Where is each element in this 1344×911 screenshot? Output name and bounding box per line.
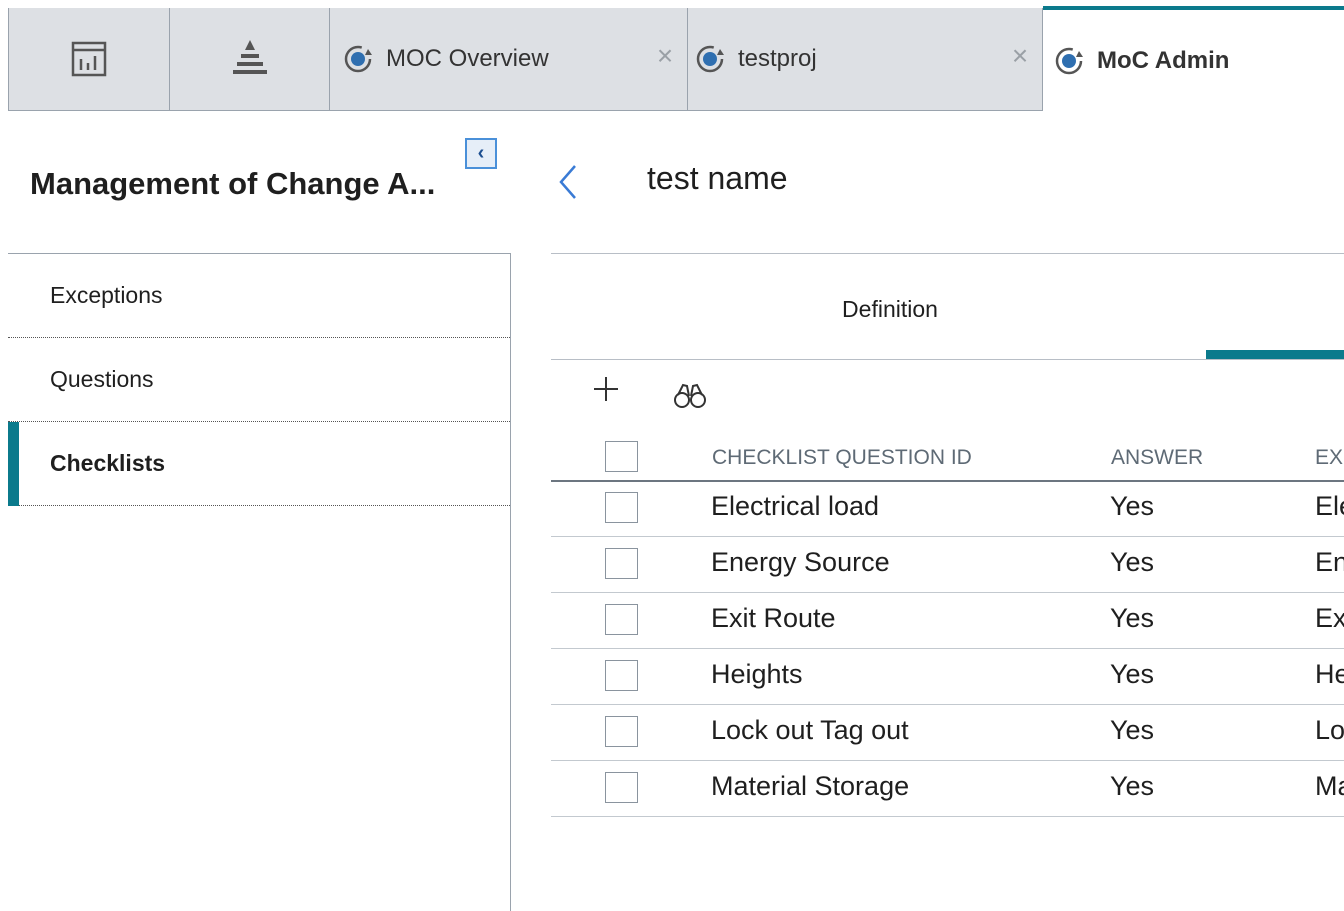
tab-label: testproj xyxy=(738,45,817,72)
tab-label: MoC Admin xyxy=(1097,47,1230,74)
row-checkbox[interactable] xyxy=(605,772,638,803)
tab-bar: MOC Overview × testproj × MoC Admin xyxy=(8,6,1344,112)
row-divider xyxy=(551,648,1344,649)
cell-question-id: Energy Source xyxy=(711,547,890,577)
cell-question-id: Exit Route xyxy=(711,603,836,633)
row-divider xyxy=(551,592,1344,593)
cell-answer: Yes xyxy=(1110,771,1155,801)
close-icon[interactable]: × xyxy=(653,42,677,70)
moc-refresh-icon xyxy=(344,45,372,73)
cell-answer: Yes xyxy=(1110,603,1155,633)
back-chevron-icon[interactable] xyxy=(553,160,583,204)
cell-exc: Ma xyxy=(1315,771,1344,801)
cell-question-id: Lock out Tag out xyxy=(711,715,909,745)
left-nav: Exceptions Questions Checklists xyxy=(8,253,511,911)
tabs-divider xyxy=(551,359,1344,360)
cell-exc: En xyxy=(1315,547,1344,577)
tab-testproj[interactable]: testproj × xyxy=(688,8,1043,110)
close-icon[interactable]: × xyxy=(1008,42,1032,70)
moc-refresh-icon xyxy=(696,45,724,73)
cell-exc: Ele xyxy=(1315,491,1344,521)
cell-question-id: Heights xyxy=(711,659,803,689)
cell-answer: Yes xyxy=(1110,659,1155,689)
cell-answer: Yes xyxy=(1110,547,1155,577)
nav-item-questions[interactable]: Questions xyxy=(8,338,510,422)
record-title: test name xyxy=(647,160,788,196)
row-checkbox[interactable] xyxy=(605,492,638,523)
tab-moc-overview[interactable]: MOC Overview × xyxy=(330,8,688,110)
cell-answer: Yes xyxy=(1110,715,1155,745)
row-checkbox[interactable] xyxy=(605,716,638,747)
grid-header-divider xyxy=(551,480,1344,482)
tab-definition[interactable]: Definition xyxy=(780,296,1000,323)
collapse-panel-button[interactable]: ‹ xyxy=(465,138,497,169)
tab-label: MOC Overview xyxy=(386,45,549,72)
dashboard-icon xyxy=(71,41,107,77)
plus-icon[interactable] xyxy=(590,373,622,405)
cell-exc: He xyxy=(1315,659,1344,689)
row-checkbox[interactable] xyxy=(605,660,638,691)
binoculars-icon[interactable] xyxy=(673,382,707,410)
row-checkbox[interactable] xyxy=(605,604,638,635)
moc-refresh-icon xyxy=(1055,47,1083,75)
row-divider xyxy=(551,760,1344,761)
cell-answer: Yes xyxy=(1110,491,1155,521)
active-tab-indicator xyxy=(1206,350,1344,359)
nav-item-checklists[interactable]: Checklists xyxy=(8,422,510,506)
chevron-left-icon: ‹ xyxy=(477,142,485,164)
column-header-answer[interactable]: ANSWER xyxy=(1111,446,1203,470)
header-divider xyxy=(551,253,1344,254)
column-header-checklist-question-id[interactable]: CHECKLIST QUESTION ID xyxy=(712,446,972,470)
row-divider xyxy=(551,704,1344,705)
cell-question-id: Material Storage xyxy=(711,771,910,801)
tab-pyramid[interactable] xyxy=(170,8,330,110)
row-divider xyxy=(551,536,1344,537)
tab-moc-admin[interactable]: MoC Admin xyxy=(1043,6,1344,112)
cell-exc: Ex xyxy=(1315,603,1344,633)
pyramid-icon xyxy=(232,40,267,74)
panel-title: Management of Change A... xyxy=(30,166,436,201)
row-divider xyxy=(551,816,1344,817)
cell-exc: Lo xyxy=(1315,715,1344,745)
row-checkbox[interactable] xyxy=(605,548,638,579)
nav-item-exceptions[interactable]: Exceptions xyxy=(8,254,510,338)
column-header-exc[interactable]: EXC xyxy=(1315,446,1344,470)
select-all-checkbox[interactable] xyxy=(605,441,638,472)
cell-question-id: Electrical load xyxy=(711,491,880,521)
tab-dashboard[interactable] xyxy=(9,8,170,110)
